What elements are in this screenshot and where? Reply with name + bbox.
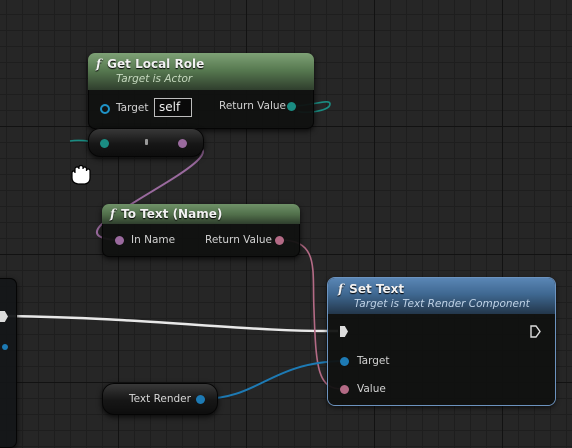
node-title: Set Text bbox=[349, 282, 405, 296]
text-render-variable-node[interactable]: Text Render bbox=[102, 383, 218, 415]
return-value-label: Return Value bbox=[219, 100, 287, 112]
variable-label: Text Render bbox=[129, 393, 191, 405]
return-value-pin[interactable] bbox=[287, 102, 296, 111]
function-icon: f bbox=[96, 57, 102, 71]
get-local-role-node[interactable]: f Get Local Role Target is Actor Target s… bbox=[88, 53, 314, 129]
object-pin[interactable] bbox=[2, 344, 8, 350]
node-title: Get Local Role bbox=[107, 57, 205, 71]
function-icon: f bbox=[110, 207, 116, 221]
offscreen-event-node[interactable] bbox=[0, 278, 17, 448]
target-label: Target bbox=[357, 355, 390, 367]
in-name-label: In Name bbox=[131, 234, 176, 246]
exec-wire[interactable] bbox=[7, 314, 339, 333]
target-self-field[interactable]: self bbox=[154, 98, 192, 117]
set-text-node[interactable]: f Set Text Target is Text Render Componen… bbox=[328, 278, 555, 405]
reroute-center-dot bbox=[145, 139, 148, 145]
node-header: f To Text (Name) bbox=[102, 204, 300, 224]
target-label: Target bbox=[116, 102, 149, 114]
to-text-name-node[interactable]: f To Text (Name) In Name Return Value bbox=[102, 204, 300, 257]
node-header: f Set Text Target is Text Render Componen… bbox=[328, 278, 555, 314]
function-icon: f bbox=[338, 282, 344, 296]
reroute-input-pin[interactable] bbox=[100, 139, 109, 148]
node-title: To Text (Name) bbox=[121, 207, 223, 221]
exec-out-pin[interactable] bbox=[0, 311, 8, 322]
reroute-output-pin[interactable] bbox=[178, 139, 187, 148]
return-value-label: Return Value bbox=[205, 234, 273, 246]
target-pin[interactable] bbox=[100, 104, 110, 114]
node-subtitle: Target is Text Render Component bbox=[354, 298, 530, 310]
exec-out-pin[interactable] bbox=[530, 325, 541, 338]
return-value-pin[interactable] bbox=[275, 236, 284, 245]
reroute-node[interactable] bbox=[88, 128, 204, 157]
target-pin[interactable] bbox=[340, 357, 349, 366]
variable-output-pin[interactable] bbox=[196, 395, 205, 404]
grab-hand-cursor-icon bbox=[71, 164, 91, 185]
exec-in-pin[interactable] bbox=[340, 326, 348, 337]
value-pin[interactable] bbox=[340, 385, 349, 394]
value-label: Value bbox=[357, 383, 386, 395]
in-name-pin[interactable] bbox=[115, 236, 124, 245]
node-header: f Get Local Role Target is Actor bbox=[88, 53, 314, 90]
node-subtitle: Target is Actor bbox=[116, 73, 193, 85]
